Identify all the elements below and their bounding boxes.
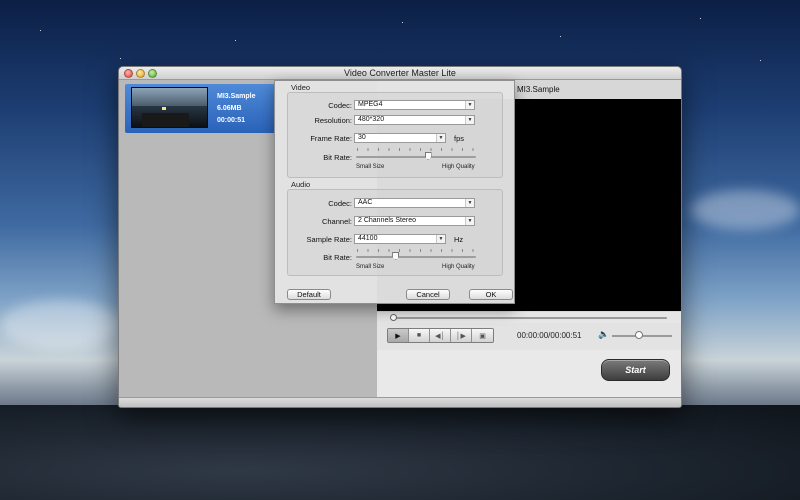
chevron-down-icon: ▼ — [436, 235, 445, 243]
star — [40, 30, 41, 31]
resolution-value: 480*320 — [358, 116, 385, 123]
video-bitrate-min-label: Small Size — [356, 164, 385, 170]
video-codec-label: Codec: — [328, 101, 352, 110]
seek-handle[interactable] — [389, 314, 397, 321]
next-button[interactable]: │▶ — [451, 329, 472, 342]
volume-handle[interactable] — [635, 331, 643, 339]
title-bar[interactable]: Video Converter Master Lite — [119, 67, 681, 80]
video-bitrate-label: Bit Rate: — [323, 153, 352, 162]
frame-rate-unit: fps — [454, 134, 465, 143]
ok-button[interactable]: OK — [469, 289, 513, 300]
cancel-button[interactable]: Cancel — [406, 289, 450, 300]
file-size: 6.06MB — [217, 105, 242, 112]
video-codec-value: MPEG4 — [358, 101, 383, 108]
star — [235, 40, 236, 41]
video-bitrate-ticks — [357, 148, 476, 151]
chevron-down-icon: ▼ — [436, 134, 445, 142]
next-icon: │▶ — [456, 332, 466, 340]
frame-rate-select[interactable]: 30 ▼ — [354, 133, 446, 143]
sample-rate-value: 44100 — [358, 235, 378, 242]
resolution-label: Resolution: — [314, 116, 352, 125]
seek-bar[interactable] — [377, 312, 681, 323]
video-codec-select[interactable]: MPEG4 ▼ — [354, 100, 475, 110]
star — [760, 60, 761, 61]
star — [402, 22, 403, 23]
volume-icon[interactable]: 🔈 — [598, 329, 609, 340]
seek-track[interactable] — [393, 317, 667, 319]
audio-codec-value: AAC — [358, 199, 373, 206]
audio-codec-select[interactable]: AAC ▼ — [354, 198, 475, 208]
channel-value: 2 Channels Stereo — [358, 217, 416, 224]
play-icon: ▶ — [395, 332, 401, 340]
video-thumbnail — [131, 87, 208, 128]
audio-bitrate-min-label: Small Size — [356, 264, 385, 270]
chevron-down-icon: ▼ — [465, 199, 474, 207]
cloud — [0, 300, 120, 350]
play-button[interactable]: ▶ — [388, 329, 409, 342]
previous-icon: ◀│ — [435, 332, 445, 340]
file-duration: 00:00:51 — [217, 117, 246, 124]
audio-settings-group: Codec: AAC ▼ Channel: 2 Channels Stereo … — [287, 189, 503, 276]
window-title: Video Converter Master Lite — [344, 68, 456, 78]
video-bitrate-max-label: High Quality — [442, 164, 475, 170]
default-button[interactable]: Default — [287, 289, 331, 300]
star — [120, 58, 121, 59]
rocky-shore — [0, 405, 800, 500]
status-bar — [119, 397, 681, 407]
star — [560, 36, 561, 37]
sample-rate-label: Sample Rate: — [306, 235, 352, 244]
settings-sheet: Video Codec: MPEG4 ▼ Resolution: 480*320… — [274, 80, 515, 304]
audio-codec-label: Codec: — [328, 199, 352, 208]
audio-bitrate-label: Bit Rate: — [323, 253, 352, 262]
frame-rate-label: Frame Rate: — [310, 134, 352, 143]
stop-icon: ■ — [416, 332, 422, 339]
previous-button[interactable]: ◀│ — [430, 329, 451, 342]
video-group-title: Video — [291, 83, 311, 92]
audio-bitrate-slider[interactable] — [356, 256, 476, 258]
video-bitrate-slider[interactable] — [356, 156, 476, 158]
chevron-down-icon: ▼ — [465, 101, 474, 109]
sample-rate-select[interactable]: 44100 ▼ — [354, 234, 446, 244]
audio-bitrate-ticks — [357, 249, 476, 252]
playback-buttons: ▶ ■ ◀│ │▶ ▣ — [387, 328, 494, 343]
video-bitrate-handle[interactable] — [424, 152, 432, 160]
star — [700, 18, 701, 19]
audio-bitrate-max-label: High Quality — [442, 264, 475, 270]
audio-group-title: Audio — [291, 180, 311, 189]
start-button[interactable]: Start — [601, 359, 670, 381]
resolution-select[interactable]: 480*320 ▼ — [354, 115, 475, 125]
channel-label: Channel: — [321, 217, 352, 226]
cloud — [690, 190, 800, 230]
chevron-down-icon: ▼ — [465, 116, 474, 124]
playback-time: 00:00:00/00:00:51 — [517, 331, 582, 340]
audio-bitrate-handle[interactable] — [392, 252, 400, 260]
player-controls: ▶ ■ ◀│ │▶ ▣ 00:00:00/00:00:51 🔈 — [377, 323, 681, 350]
action-area: Start — [377, 350, 681, 397]
snapshot-icon: ▣ — [479, 332, 486, 340]
frame-rate-value: 30 — [358, 134, 366, 141]
preview-title: MI3.Sample — [517, 85, 560, 94]
chevron-down-icon: ▼ — [465, 217, 474, 225]
stop-button[interactable]: ■ — [409, 329, 430, 342]
video-settings-group: Codec: MPEG4 ▼ Resolution: 480*320 ▼ Fra… — [287, 92, 503, 178]
channel-select[interactable]: 2 Channels Stereo ▼ — [354, 216, 475, 226]
file-name: MI3.Sample — [217, 93, 256, 100]
sample-rate-unit: Hz — [454, 235, 464, 244]
file-list-item[interactable]: MI3.Sample 6.06MB 00:00:51 — [125, 84, 276, 133]
snapshot-button[interactable]: ▣ — [472, 329, 493, 342]
